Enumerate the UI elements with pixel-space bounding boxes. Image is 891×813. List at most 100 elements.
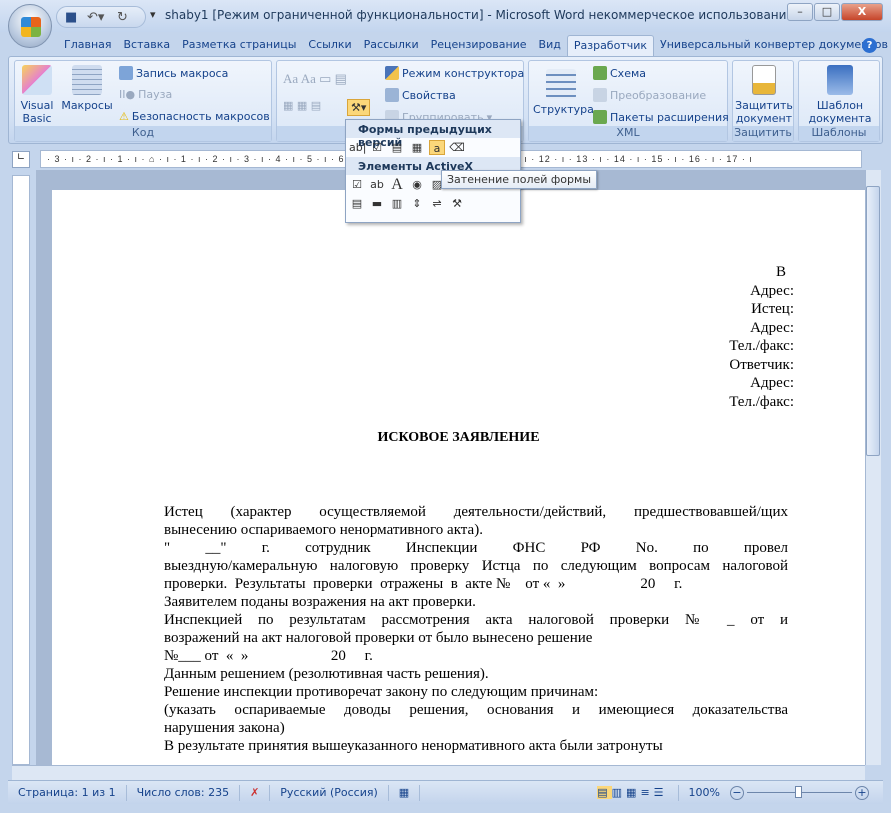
macro-record-icon[interactable]: ▦ [389,784,421,801]
activex-textbox-icon[interactable]: ab [369,177,385,192]
spelling-check-icon[interactable]: ✗ [240,784,271,801]
macros-button[interactable]: Макросы [61,65,113,112]
design-mode-icon [385,66,399,80]
close-button[interactable]: X [841,3,883,21]
addressee-line: Адрес: [750,319,794,336]
group-label-protect: Защитить [733,126,793,141]
document-page[interactable]: В Адрес: Истец: Адрес: Тел./факс: Ответч… [52,190,865,765]
design-mode-button[interactable]: Режим конструктора [385,66,524,80]
warning-icon: ⚠ [119,110,129,123]
window-title: shaby1 [Режим ограниченной функционально… [165,8,794,22]
control-icons-row1[interactable]: Aa Aa ▭ ▤ [283,71,347,87]
group-templates: Шаблон документа Шаблоны [798,60,880,142]
zoom-out-button[interactable]: − [730,785,744,800]
activex-listbox-icon[interactable]: ▤ [349,196,365,211]
document-body: Истец (характер осуществляемой деятельно… [164,503,788,755]
tab-page-layout[interactable]: Разметка страницы [176,35,302,57]
document-template-button[interactable]: Шаблон документа [807,65,873,125]
activex-checkbox-icon[interactable]: ☑ [349,177,365,192]
tab-home[interactable]: Главная [58,35,118,57]
zoom-slider[interactable] [747,786,852,798]
quick-access-toolbar: ■ ↶▾ ↻ [56,6,146,28]
pause-button[interactable]: II● Пауза [119,88,172,101]
addressee-line: Адрес: [750,375,794,391]
tab-insert[interactable]: Вставка [118,35,177,57]
eraser-icon[interactable]: ⌫ [449,140,465,155]
document-title: ИСКОВОЕ ЗАЯВЛЕНИЕ [377,430,540,445]
macros-icon [72,65,102,95]
record-macro-button[interactable]: Запись макроса [119,66,228,80]
group-label-xml: XML [529,126,727,141]
lock-document-icon [752,65,776,95]
body-line: (указать оспариваемые доводы решения, ос… [164,702,788,718]
save-icon[interactable]: ■ [65,10,77,25]
form-field-shading-icon[interactable]: a [429,140,445,155]
help-icon[interactable]: ? [862,38,877,53]
zoom-in-button[interactable]: + [855,785,869,800]
transform-button[interactable]: Преобразование [593,88,706,102]
page-count[interactable]: Страница: 1 из 1 [8,784,127,801]
print-layout-view-icon[interactable]: ▤ [597,785,612,799]
tools-icon: ⚒▾ [351,101,367,114]
visual-basic-icon [22,65,52,95]
tab-review[interactable]: Рецензирование [425,35,533,57]
web-layout-icon[interactable]: ▦ [626,786,640,799]
addressee-line: Истец: [751,301,794,317]
office-logo-icon [21,17,41,37]
office-button[interactable] [8,4,52,48]
text-field-icon[interactable]: ab| [349,140,366,155]
body-line: нарушения закона) [164,720,285,736]
qat-customize-icon[interactable]: ▾ [150,8,156,21]
structure-button[interactable]: Структура [533,69,594,116]
tab-view[interactable]: Вид [533,35,567,57]
tab-references[interactable]: Ссылки [302,35,357,57]
protect-document-button[interactable]: Защитить документ [735,65,793,125]
full-screen-reading-icon[interactable]: ▥ [612,786,626,799]
body-line: В результате принятия вышеуказанного нен… [164,738,663,754]
horizontal-scrollbar[interactable] [12,765,865,780]
body-line: №___ от « » 20 г. [164,648,373,664]
word-count[interactable]: Число слов: 235 [127,784,241,801]
body-line: Инспекцией по результатам рассмотрения а… [164,612,788,628]
activex-scrollbar-icon[interactable]: ⇌ [429,196,445,211]
vertical-scroll-thumb[interactable] [866,186,880,456]
activex-spin-icon[interactable]: ⇕ [409,196,425,211]
expansion-packs-button[interactable]: Пакеты расширения [593,110,729,124]
macro-security-button[interactable]: ⚠ Безопасность макросов [119,110,270,123]
transform-icon [593,88,607,102]
tab-converter[interactable]: Универсальный конвертер документов [654,35,891,57]
group-label-templates: Шаблоны [799,126,879,141]
language-indicator[interactable]: Русский (Россия) [270,784,389,801]
properties-button[interactable]: Свойства [385,88,456,102]
ribbon-tabs: Главная Вставка Разметка страницы Ссылки… [58,35,891,57]
body-line: возражений на акт налоговой проверки от … [164,630,593,646]
tab-developer[interactable]: Разработчик [566,35,655,57]
group-code: Visual Basic Макросы Запись макроса II● П… [14,60,272,142]
activex-button-icon[interactable]: ▬ [369,196,385,211]
activex-radio-icon[interactable]: ◉ [409,177,425,192]
minimize-button[interactable]: – [787,3,813,21]
frame-icon[interactable]: ▦ [409,140,425,155]
vertical-ruler[interactable] [12,175,30,765]
document-area: В Адрес: Истец: Адрес: Тел./факс: Ответч… [36,170,865,765]
maximize-button[interactable]: □ [814,3,840,21]
zoom-level[interactable]: 100% [679,785,730,801]
tab-selector-button[interactable]: ∟ [12,151,30,168]
activex-toggle-icon[interactable]: ▥ [389,196,405,211]
redo-icon[interactable]: ↻ [117,10,128,25]
visual-basic-button[interactable]: Visual Basic [19,65,55,125]
legacy-tools-button[interactable]: ⚒▾ [347,99,371,116]
outline-view-icon[interactable]: ≡ [640,786,653,799]
draft-view-icon[interactable]: ☰ [654,786,668,799]
dropdown-field-icon[interactable]: ▤ [389,140,405,155]
activex-label-icon[interactable]: A [389,177,405,193]
more-controls-icon[interactable]: ⚒ [449,196,465,211]
control-icons-row2[interactable]: ▦ ▦ ▤ [283,99,321,112]
properties-icon [385,88,399,102]
body-line: выездную/камеральную налоговую проверку … [164,558,788,574]
schema-button[interactable]: Схема [593,66,646,80]
checkbox-icon[interactable]: ☑ [369,140,385,155]
tab-mailings[interactable]: Рассылки [358,35,425,57]
undo-icon[interactable]: ↶▾ [87,10,104,25]
addressee-line: В [775,264,786,280]
